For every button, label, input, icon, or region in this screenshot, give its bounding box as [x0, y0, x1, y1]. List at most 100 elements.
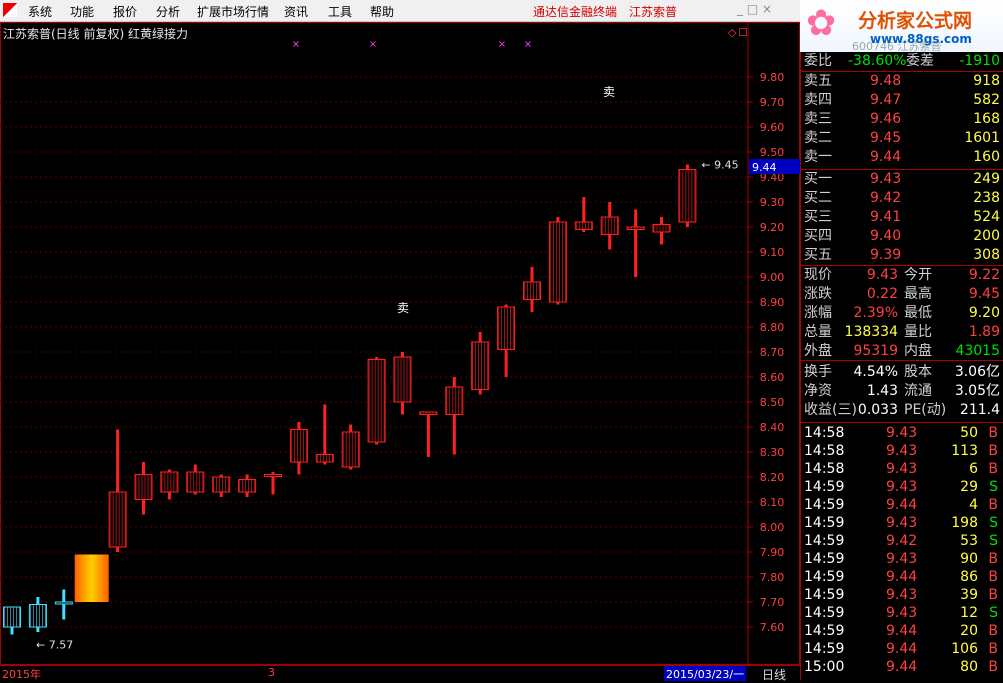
stat-value: 211.4	[959, 402, 1000, 418]
y-tick-label: 8.40	[760, 421, 785, 434]
ask-row[interactable]: 卖五 9.48 918	[804, 72, 1000, 91]
menu-help[interactable]: 帮助	[370, 3, 394, 20]
y-tick-label: 9.10	[760, 246, 785, 259]
window-controls[interactable]: _ □ ×	[737, 2, 772, 16]
order-price: 9.41	[870, 209, 902, 225]
tick-row[interactable]: 14:58 9.43 50 B	[804, 424, 1000, 443]
low-label: ← 7.57	[36, 639, 73, 652]
stat-row[interactable]: 净资 1.43 流通 3.05亿	[804, 382, 1000, 401]
stat-label: 今开	[904, 267, 932, 283]
quote-panel: 委比 -38.60% 委差 -1910 卖五 9.48 918 卖四 9.47 582 卖三…	[800, 52, 1003, 680]
candle-body	[471, 341, 490, 390]
order-volume: 200	[973, 228, 1000, 244]
stat-row[interactable]: 涨跌 0.22 最高 9.45	[804, 285, 1000, 304]
y-tick-label: 9.80	[760, 71, 785, 84]
stat-row[interactable]: 总量 138334 量比 1.89	[804, 323, 1000, 342]
menu-analysis[interactable]: 分析	[156, 3, 180, 20]
tick-price: 9.44	[886, 497, 918, 513]
tick-volume: 4	[969, 497, 978, 513]
order-price: 9.39	[870, 247, 902, 263]
order-price: 9.45	[870, 130, 902, 146]
tick-row[interactable]: 14:58 9.43 6 B	[804, 460, 1000, 479]
tick-time: 14:59	[804, 479, 845, 495]
candle-body	[341, 431, 360, 468]
order-level-label: 买三	[804, 209, 832, 225]
stat-value: 1.43	[866, 383, 898, 399]
bid-row[interactable]: 买四 9.40 200	[804, 227, 1000, 246]
tick-row[interactable]: 14:59 9.44 20 B	[804, 622, 1000, 641]
stat-value: 9.43	[866, 267, 898, 283]
stat-row[interactable]: 现价 9.43 今开 9.22	[804, 266, 1000, 285]
tick-price: 9.43	[886, 443, 918, 459]
tick-volume: 20	[960, 623, 978, 639]
ask-row[interactable]: 卖四 9.47 582	[804, 91, 1000, 110]
candle-body	[160, 471, 179, 493]
order-volume: 524	[973, 209, 1000, 225]
tick-row[interactable]: 14:59 9.44 4 B	[804, 496, 1000, 515]
tick-row[interactable]: 14:59 9.43 198 S	[804, 514, 1000, 533]
stock-name-label: 江苏索普	[629, 5, 678, 19]
wei-bi-label: 委比	[804, 53, 832, 69]
ask-row[interactable]: 卖二 9.45 1601	[804, 129, 1000, 148]
candle-body	[419, 411, 438, 415]
tick-volume: 39	[960, 587, 978, 603]
y-tick-label: 7.80	[760, 571, 785, 584]
stat-label: 收益(三)	[804, 402, 857, 418]
sell-marker: 卖	[603, 85, 615, 99]
tick-row[interactable]: 14:59 9.43 12 S	[804, 604, 1000, 623]
tick-volume: 53	[960, 533, 978, 549]
bid-row[interactable]: 买二 9.42 238	[804, 189, 1000, 208]
date-mid: 3	[268, 666, 275, 679]
stat-row[interactable]: 外盘 95319 内盘 43015	[804, 342, 1000, 361]
tick-time: 14:58	[804, 461, 845, 477]
menu-tools[interactable]: 工具	[328, 3, 352, 20]
menu-system[interactable]: 系统	[28, 3, 52, 20]
menu-quote[interactable]: 报价	[113, 3, 137, 20]
bid-row[interactable]: 买一 9.43 249	[804, 170, 1000, 189]
tick-row[interactable]: 14:59 9.43 29 S	[804, 478, 1000, 497]
period-tab[interactable]: 日线	[762, 666, 786, 683]
stat-label: 最高	[904, 286, 932, 302]
tick-price: 9.43	[886, 605, 918, 621]
order-volume: 582	[973, 92, 1000, 108]
tick-row[interactable]: 14:59 9.44 86 B	[804, 568, 1000, 587]
order-level-label: 买二	[804, 190, 832, 206]
y-tick-label: 8.20	[760, 471, 785, 484]
menu-news[interactable]: 资讯	[284, 3, 308, 20]
candle-body	[238, 479, 257, 493]
tick-row[interactable]: 14:59 9.42 53 S	[804, 532, 1000, 551]
menu-extended-market[interactable]: 扩展市场行情	[197, 3, 269, 20]
order-price: 9.46	[870, 111, 902, 127]
tick-volume: 12	[960, 605, 978, 621]
stat-row[interactable]: 换手 4.54% 股本 3.06亿	[804, 363, 1000, 382]
order-level-label: 卖一	[804, 149, 832, 165]
tick-row[interactable]: 14:59 9.43 90 B	[804, 550, 1000, 569]
candlestick-chart[interactable]: 9.809.709.609.509.409.309.209.109.008.90…	[0, 22, 800, 665]
bid-row[interactable]: 买三 9.41 524	[804, 208, 1000, 227]
order-level-label: 卖三	[804, 111, 832, 127]
order-level-label: 卖二	[804, 130, 832, 146]
tick-volume: 106	[951, 641, 978, 657]
bid-row[interactable]: 买五 9.39 308	[804, 246, 1000, 265]
tick-row[interactable]: 14:59 9.43 39 B	[804, 586, 1000, 605]
tick-row[interactable]: 14:58 9.43 113 B	[804, 442, 1000, 461]
menu-function[interactable]: 功能	[70, 3, 94, 20]
stat-label: 现价	[804, 267, 832, 283]
tick-side: S	[989, 605, 998, 621]
tick-row[interactable]: 15:00 9.44 80 B	[804, 658, 1000, 677]
ask-row[interactable]: 卖一 9.44 160	[804, 148, 1000, 167]
tick-volume: 50	[960, 425, 978, 441]
high-label: ← 9.45	[701, 159, 738, 172]
stat-row[interactable]: 涨幅 2.39% 最低 9.20	[804, 304, 1000, 323]
candle-body	[264, 474, 282, 477]
tick-row[interactable]: 14:59 9.44 106 B	[804, 640, 1000, 659]
order-volume: 168	[973, 111, 1000, 127]
tick-price: 9.43	[886, 425, 918, 441]
order-volume: 249	[973, 171, 1000, 187]
tick-price: 9.43	[886, 587, 918, 603]
y-tick-label: 8.70	[760, 346, 785, 359]
sell-marker: 卖	[397, 301, 409, 315]
stat-row[interactable]: 收益(三) 0.033 PE(动) 211.4	[804, 401, 1000, 420]
candle-body	[28, 604, 47, 628]
ask-row[interactable]: 卖三 9.46 168	[804, 110, 1000, 129]
